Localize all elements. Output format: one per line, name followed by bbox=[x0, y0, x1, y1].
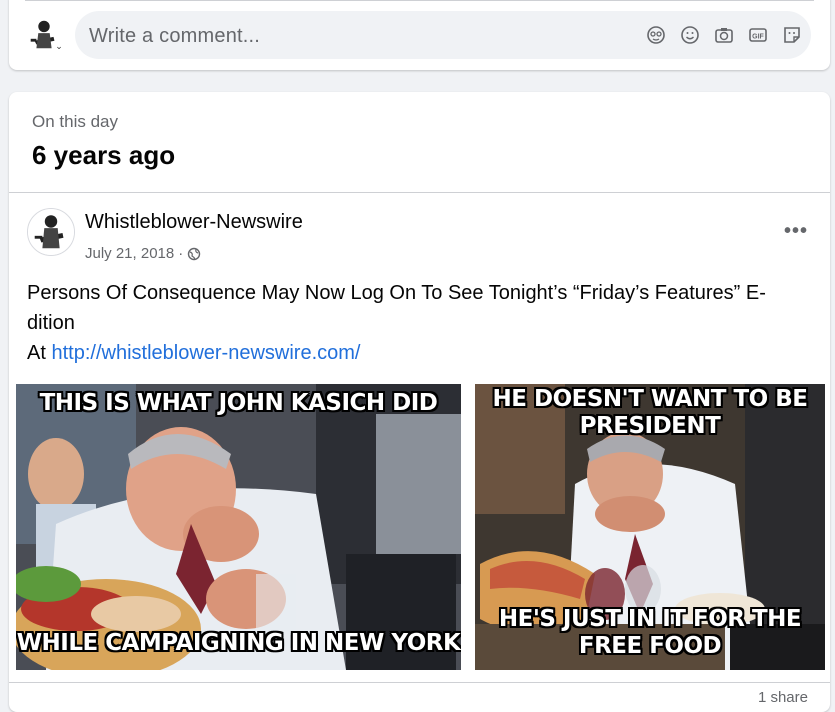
photo-image bbox=[16, 384, 461, 670]
sticker-icon[interactable] bbox=[781, 24, 803, 46]
share-count[interactable]: 1 share bbox=[758, 689, 808, 706]
years-ago-heading: 6 years ago bbox=[32, 140, 176, 170]
post-text-line: Persons Of Consequence May Now Log On To… bbox=[27, 282, 766, 334]
avatar-image bbox=[28, 209, 74, 255]
post-photo[interactable]: HE DOESN'T WANT TO BE PRESIDENT HE'S JUS… bbox=[475, 384, 825, 670]
post-text: Persons Of Consequence May Now Log On To… bbox=[27, 278, 807, 368]
chevron-down-icon[interactable]: ⌄ bbox=[53, 40, 65, 52]
comment-placeholder: Write a comment... bbox=[89, 25, 261, 47]
camera-icon[interactable] bbox=[713, 24, 735, 46]
post-text-at: At bbox=[27, 342, 46, 364]
divider bbox=[9, 682, 830, 683]
more-options-button[interactable]: ••• bbox=[784, 220, 808, 243]
comment-toolbar: GIF bbox=[645, 24, 803, 46]
post-meta: July 21, 2018 · bbox=[85, 245, 201, 262]
memory-card: On this day 6 years ago Whistleblower-Ne… bbox=[9, 92, 830, 712]
divider bbox=[25, 0, 814, 1]
divider bbox=[9, 192, 830, 193]
author-avatar[interactable] bbox=[27, 208, 75, 256]
post-date[interactable]: July 21, 2018 bbox=[85, 245, 174, 262]
meme-top-caption: THIS IS WHAT JOHN KASICH DID bbox=[39, 390, 438, 416]
meme-top-caption: HE DOESN'T WANT TO BE PRESIDENT bbox=[492, 386, 808, 439]
comment-card: ⌄ Write a comment... GIF bbox=[9, 0, 830, 70]
on-this-day-label: On this day bbox=[32, 112, 118, 131]
comment-input[interactable]: Write a comment... GIF bbox=[75, 11, 811, 59]
post-author-name[interactable]: Whistleblower-Newswire bbox=[85, 211, 303, 234]
post-link[interactable]: http://whistleblower-newswire.com/ bbox=[51, 342, 360, 364]
svg-text:GIF: GIF bbox=[752, 34, 764, 41]
globe-icon bbox=[187, 247, 201, 261]
post-photo[interactable]: THIS IS WHAT JOHN KASICH DID WHILE CAMPA… bbox=[16, 384, 461, 670]
meme-bottom-caption: HE'S JUST IN IT FOR THE FREE FOOD bbox=[498, 606, 802, 659]
meme-bottom-caption: WHILE CAMPAIGNING IN NEW YORK bbox=[16, 630, 461, 656]
meta-separator: · bbox=[178, 245, 184, 262]
emoji-icon[interactable] bbox=[679, 24, 701, 46]
avatar-sticker-icon[interactable] bbox=[645, 24, 667, 46]
gif-icon[interactable]: GIF bbox=[747, 24, 769, 46]
